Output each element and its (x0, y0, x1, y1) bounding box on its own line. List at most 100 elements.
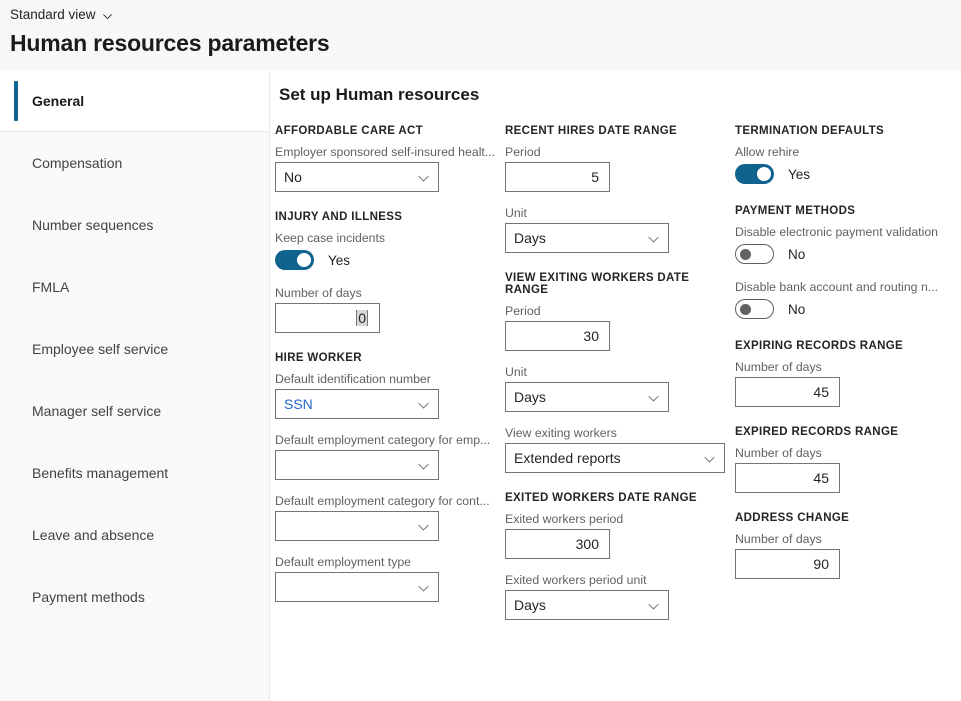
allow-rehire-toggle[interactable] (735, 164, 774, 184)
group-heading: ADDRESS CHANGE (735, 512, 961, 524)
sidebar-item-label: Payment methods (32, 589, 145, 605)
exited-workers-period-unit-dropdown[interactable]: Days (505, 590, 669, 620)
sidebar-item-number-sequences[interactable]: Number sequences (0, 194, 269, 256)
group-exited-workers-date-range: EXITED WORKERS DATE RANGE Exited workers… (505, 492, 735, 620)
group-heading: EXITED WORKERS DATE RANGE (505, 492, 735, 504)
sidebar-item-label: General (32, 93, 84, 109)
sidebar-item-leave-and-absence[interactable]: Leave and absence (0, 504, 269, 566)
allow-rehire-toggle-row: Yes (735, 162, 961, 186)
input-value: 300 (506, 536, 609, 552)
group-expired-records-range: EXPIRED RECORDS RANGE Number of days 45 (735, 426, 961, 493)
main-content: Set up Human resources AFFORDABLE CARE A… (270, 70, 961, 701)
field-keep-case-incidents: Keep case incidents Yes (275, 231, 505, 272)
field-label: Default identification number (275, 372, 505, 386)
chevron-down-icon (417, 399, 430, 412)
field-label: Number of days (275, 286, 505, 300)
input-value: 0 (357, 310, 367, 326)
keep-case-incidents-toggle-row: Yes (275, 248, 505, 272)
default-employment-category-contractor-dropdown[interactable] (275, 511, 439, 541)
expiring-records-number-of-days-input[interactable]: 45 (735, 377, 840, 407)
field-label: Number of days (735, 360, 961, 374)
field-label: Unit (505, 365, 735, 379)
sidebar-item-label: FMLA (32, 279, 69, 295)
chevron-down-icon (417, 460, 430, 473)
keep-case-incidents-toggle[interactable] (275, 250, 314, 270)
view-selector-label: Standard view (10, 6, 96, 24)
disable-electronic-payment-validation-toggle-row: No (735, 242, 961, 266)
field-allow-rehire: Allow rehire Yes (735, 145, 961, 186)
toggle-state-label: Yes (788, 167, 810, 182)
dropdown-value: Days (506, 389, 546, 405)
dropdown-value: Days (506, 597, 546, 613)
disable-bank-account-toggle[interactable] (735, 299, 774, 319)
employer-sponsored-dropdown[interactable]: No (275, 162, 439, 192)
field-expiring-records-number-of-days: Number of days 45 (735, 360, 961, 407)
field-label: Period (505, 145, 735, 159)
group-address-change: ADDRESS CHANGE Number of days 90 (735, 512, 961, 579)
human-resources-parameters-page: Standard view Human resources parameters… (0, 0, 961, 701)
field-view-exiting-period: Period 30 (505, 304, 735, 351)
view-selector[interactable]: Standard view (10, 6, 113, 24)
group-heading: EXPIRED RECORDS RANGE (735, 426, 961, 438)
input-value: 45 (736, 470, 839, 486)
input-value: 90 (736, 556, 839, 572)
field-label: Number of days (735, 532, 961, 546)
field-label: Disable bank account and routing n... (735, 280, 961, 294)
chevron-down-icon (102, 9, 113, 20)
sidebar-item-label: Compensation (32, 155, 122, 171)
view-exiting-period-input[interactable]: 30 (505, 321, 610, 351)
input-value: 45 (736, 384, 839, 400)
sidebar-item-employee-self-service[interactable]: Employee self service (0, 318, 269, 380)
default-employment-type-dropdown[interactable] (275, 572, 439, 602)
disable-electronic-payment-validation-toggle[interactable] (735, 244, 774, 264)
recent-hires-period-input[interactable]: 5 (505, 162, 610, 192)
field-recent-hires-period: Period 5 (505, 145, 735, 192)
injury-number-of-days-input[interactable]: 0 (275, 303, 380, 333)
address-change-number-of-days-input[interactable]: 90 (735, 549, 840, 579)
group-affordable-care-act: AFFORDABLE CARE ACT Employer sponsored s… (275, 125, 505, 192)
field-label: Period (505, 304, 735, 318)
disable-bank-account-toggle-row: No (735, 297, 961, 321)
expired-records-number-of-days-input[interactable]: 45 (735, 463, 840, 493)
view-exiting-workers-dropdown[interactable]: Extended reports (505, 443, 725, 473)
input-value: 30 (506, 328, 609, 344)
recent-hires-unit-dropdown[interactable]: Days (505, 223, 669, 253)
dropdown-value: Days (506, 230, 546, 246)
field-label: Exited workers period unit (505, 573, 735, 587)
field-view-exiting-workers: View exiting workers Extended reports (505, 426, 735, 473)
sidebar-navigation: General Compensation Number sequences FM… (0, 70, 270, 701)
dropdown-value: SSN (276, 396, 313, 412)
view-exiting-unit-dropdown[interactable]: Days (505, 382, 669, 412)
group-heading: INJURY AND ILLNESS (275, 211, 505, 223)
exited-workers-period-input[interactable]: 300 (505, 529, 610, 559)
input-value-wrap: 0 (276, 310, 379, 326)
default-identification-number-dropdown[interactable]: SSN (275, 389, 439, 419)
page-title: Human resources parameters (10, 28, 330, 58)
sidebar-item-manager-self-service[interactable]: Manager self service (0, 380, 269, 442)
sidebar-item-benefits-management[interactable]: Benefits management (0, 442, 269, 504)
group-heading: VIEW EXITING WORKERS DATE RANGE (505, 272, 735, 296)
dropdown-value: Extended reports (506, 450, 621, 466)
default-employment-category-employee-dropdown[interactable] (275, 450, 439, 480)
chevron-down-icon (647, 600, 660, 613)
sidebar-item-payment-methods[interactable]: Payment methods (0, 566, 269, 628)
input-value: 5 (506, 169, 609, 185)
group-view-exiting-workers-date-range: VIEW EXITING WORKERS DATE RANGE Period 3… (505, 272, 735, 473)
field-default-employment-type: Default employment type (275, 555, 505, 602)
group-termination-defaults: TERMINATION DEFAULTS Allow rehire Yes (735, 125, 961, 186)
field-label: Number of days (735, 446, 961, 460)
sidebar-item-label: Manager self service (32, 403, 161, 419)
field-expired-records-number-of-days: Number of days 45 (735, 446, 961, 493)
chevron-down-icon (417, 582, 430, 595)
field-recent-hires-unit: Unit Days (505, 206, 735, 253)
page-header: Standard view Human resources parameters (0, 0, 961, 70)
chevron-down-icon (647, 392, 660, 405)
field-label: Disable electronic payment validation (735, 225, 961, 239)
toggle-state-label: Yes (328, 253, 350, 268)
field-employer-sponsored-self-insured-health: Employer sponsored self-insured healt...… (275, 145, 505, 192)
sidebar-item-label: Number sequences (32, 217, 153, 233)
sidebar-item-compensation[interactable]: Compensation (0, 132, 269, 194)
section-title: Set up Human resources (279, 85, 479, 105)
sidebar-item-fmla[interactable]: FMLA (0, 256, 269, 318)
sidebar-item-general[interactable]: General (0, 70, 269, 132)
